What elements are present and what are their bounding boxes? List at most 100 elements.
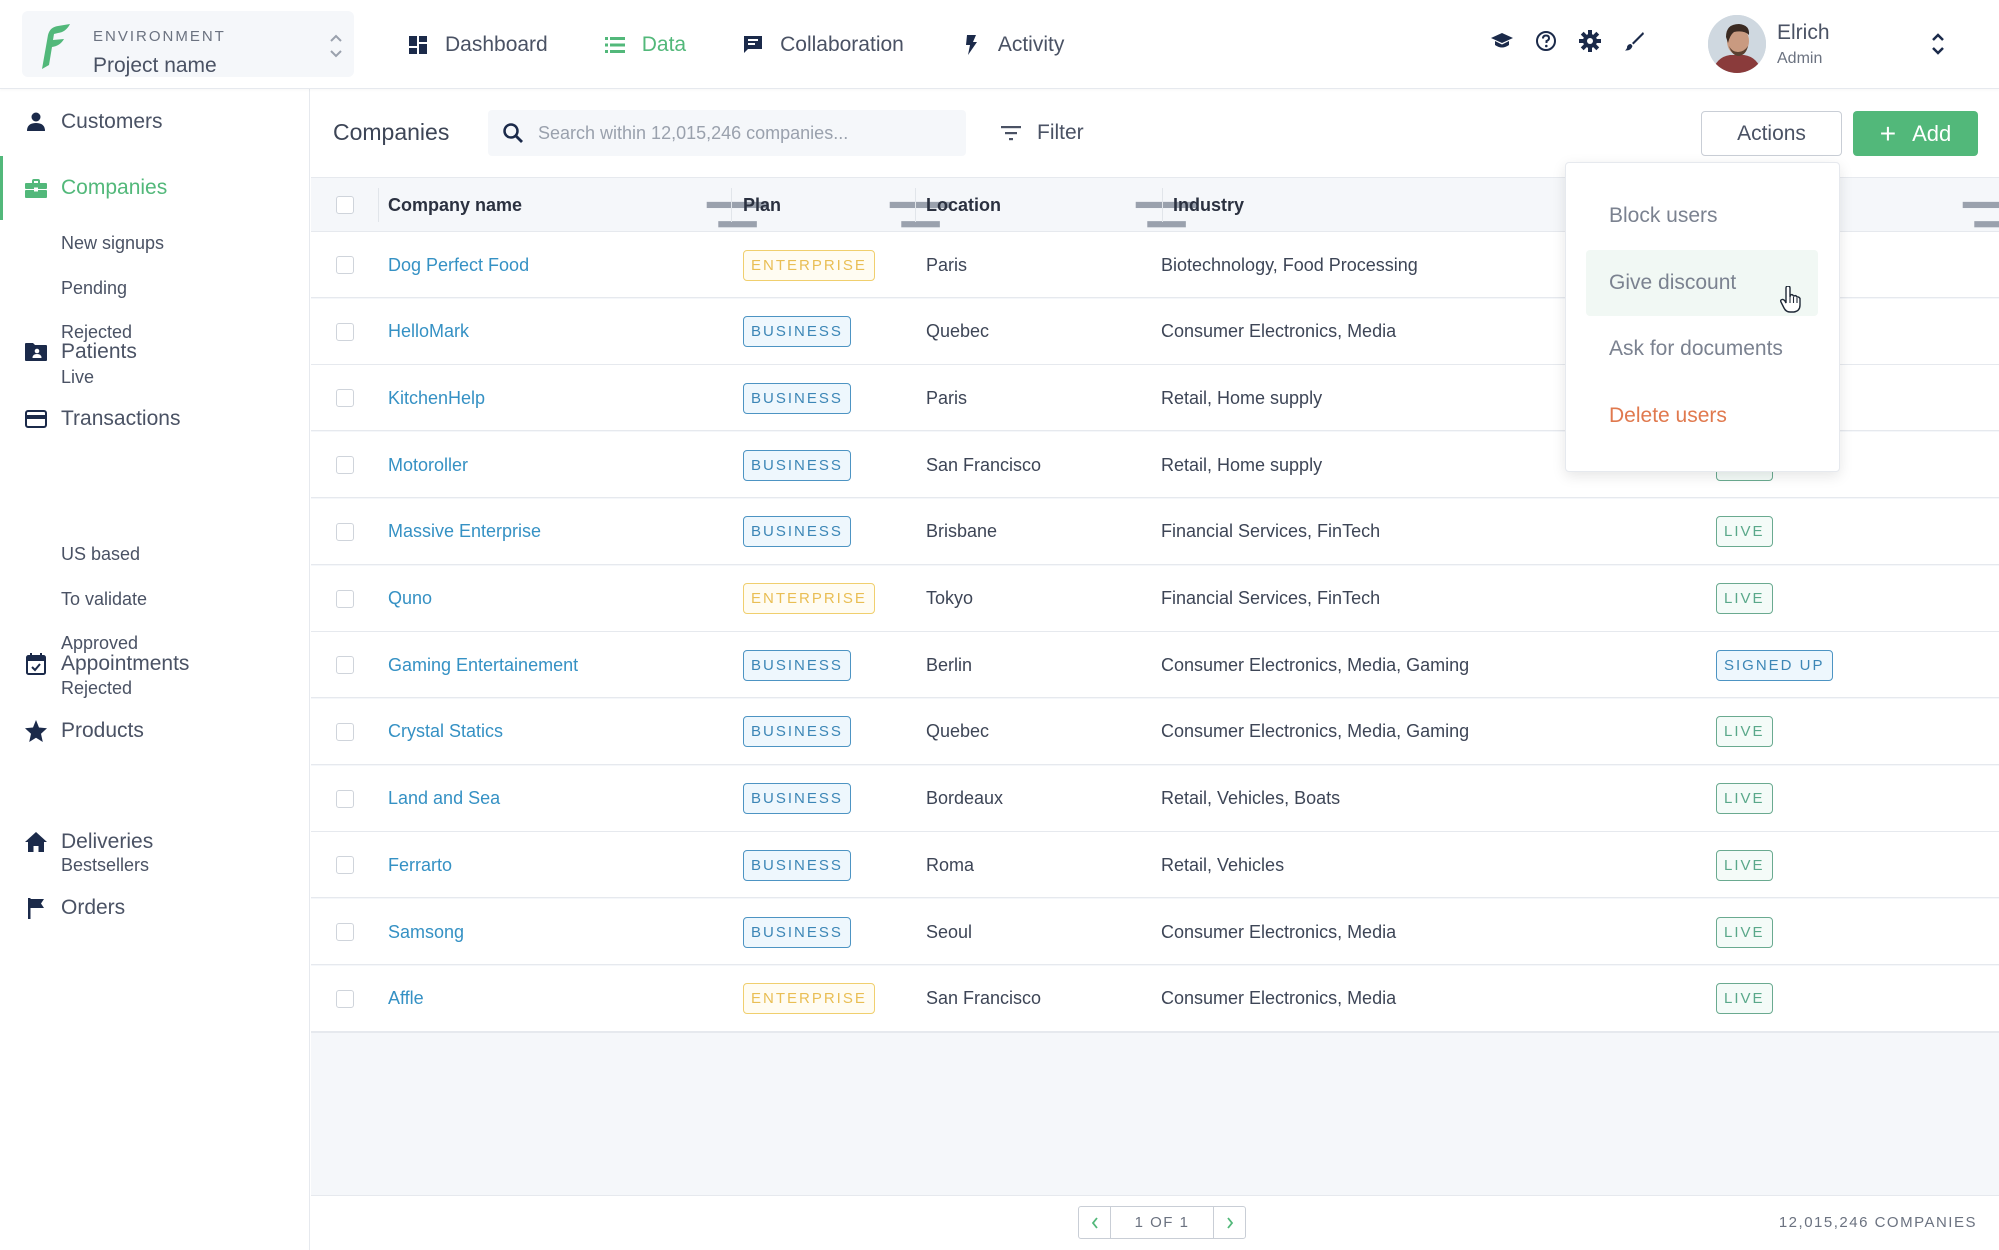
table-row[interactable]: Gaming Entertainement BUSINESS Berlin Consu… [311,632,1999,699]
location-cell: Berlin [926,654,973,675]
sidebar-item-appointments[interactable]: Appointments [0,644,310,684]
home-icon [24,830,48,854]
plan-cell: BUSINESS [743,899,851,965]
row-checkbox[interactable] [336,722,354,741]
sidebar-item-patients[interactable]: Patients [0,332,310,372]
gear-icon[interactable] [1578,29,1602,53]
row-checkbox[interactable] [336,589,354,608]
menu-item-block-users[interactable]: Block users [1586,183,1818,249]
plan-badge: ENTERPRISE [743,249,875,281]
column-header-plan[interactable]: Plan [743,178,781,232]
nav-data[interactable]: Data [604,33,686,57]
chevron-right-icon [1226,1216,1233,1229]
graduation-cap-icon[interactable] [1490,29,1514,53]
row-checkbox[interactable] [336,656,354,675]
sidebar-item-deliveries[interactable]: Deliveries [0,822,310,862]
company-name-link[interactable]: Quno [388,566,432,632]
sidebar-item-label: Transactions [61,407,181,430]
status-badge: LIVE [1716,783,1773,815]
status-badge: SIGNED UP [1716,649,1833,681]
sidebar-subitem-us-based[interactable]: US based [61,541,140,567]
industry-cell: Retail, Home supply [1161,454,1323,475]
plan-cell: BUSINESS [743,832,851,898]
nav-dashboard[interactable]: Dashboard [407,33,548,57]
company-name-link[interactable]: Affle [388,966,424,1032]
company-name-link[interactable]: Ferrarto [388,832,452,898]
sidebar-subitem-new-signups[interactable]: New signups [61,230,164,256]
row-checkbox[interactable] [336,923,354,941]
column-header-industry[interactable]: Industry [1173,178,1244,232]
chevron-left-icon [1091,1216,1098,1229]
row-checkbox[interactable] [336,856,354,875]
table-footer: 1 OF 1 12,015,246 COMPANIES [311,1195,1999,1250]
filter-button[interactable]: Filter [999,116,1084,150]
plus-icon: + [1879,117,1897,149]
sidebar-item-companies[interactable]: Companies [0,156,310,220]
sidebar-item-orders[interactable]: Orders [0,888,310,928]
company-name-link[interactable]: KitchenHelp [388,365,485,431]
company-name-link[interactable]: Dog Perfect Food [388,232,529,298]
row-checkbox[interactable] [336,389,354,408]
company-name-link[interactable]: Gaming Entertainement [388,632,578,698]
company-name-link[interactable]: Land and Sea [388,766,500,832]
nav-activity[interactable]: Activity [960,33,1064,57]
table-row[interactable]: Land and Sea BUSINESS Bordeaux Retail, Vehi… [311,765,1999,832]
sidebar-subitem-to-validate[interactable]: To validate [61,586,147,612]
filter-label: Filter [1037,121,1084,144]
column-label: Plan [743,194,782,215]
column-header-location[interactable]: Location [926,178,1001,232]
row-checkbox[interactable] [336,522,354,541]
plan-badge: BUSINESS [743,783,851,815]
search-box[interactable] [488,110,966,156]
location-cell: Paris [926,254,968,275]
table-row[interactable]: Quno ENTERPRISE Tokyo Financial Services, F… [311,565,1999,632]
company-name-link[interactable]: Crystal Statics [388,699,503,765]
sidebar-subitem-pending[interactable]: Pending [61,275,127,301]
table-row[interactable]: Crystal Statics BUSINESS Quebec Consumer El… [311,698,1999,765]
search-input[interactable] [538,110,958,156]
table-row[interactable]: Ferrarto BUSINESS Roma Retail, Vehicles LIVE [311,832,1999,899]
row-checkbox[interactable] [336,322,354,341]
chevron-updown-icon[interactable] [328,31,344,61]
sidebar-item-products[interactable]: Products [0,711,310,751]
plan-cell: BUSINESS [743,432,851,498]
company-name-link[interactable]: Massive Enterprise [388,499,541,565]
chevron-updown-icon[interactable] [1928,29,1948,59]
folder-user-icon [24,340,48,364]
row-checkbox[interactable] [336,789,354,808]
environment-switcher[interactable]: ENVIRONMENT Project name [22,11,354,77]
sidebar-item-customers[interactable]: Customers [0,102,310,142]
table-row[interactable]: Affle ENTERPRISE San Francisco Consumer Ele… [311,965,1999,1032]
row-checkbox[interactable] [336,456,354,475]
location-cell: Quebec [926,321,990,342]
brush-icon[interactable] [1622,29,1646,53]
table-row[interactable]: Samsong BUSINESS Seoul Consumer Electronics… [311,899,1999,965]
table-empty-area [311,1032,1999,1034]
company-name-link[interactable]: HelloMark [388,299,469,365]
row-checkbox[interactable] [336,256,354,274]
column-header-company-name[interactable]: Company name [388,178,522,232]
flag-icon [24,896,48,920]
row-checkbox[interactable] [336,989,354,1008]
actions-button[interactable]: Actions [1701,111,1842,156]
nav-collaboration[interactable]: Collaboration [742,33,904,57]
menu-item-delete-users[interactable]: Delete users [1586,383,1818,449]
next-page-button[interactable] [1214,1207,1245,1238]
sidebar-item-label: Companies [61,176,168,199]
select-all-checkbox[interactable] [336,196,354,214]
add-button[interactable]: + Add [1853,111,1978,156]
help-icon[interactable] [1534,29,1558,53]
plan-badge: BUSINESS [743,716,851,748]
user-menu[interactable]: Elrich Admin [1708,15,1988,75]
sidebar-item-label: Patients [61,340,137,363]
location-cell: San Francisco [926,988,1042,1009]
company-name-link[interactable]: Samsong [388,899,464,965]
sidebar-item-transactions[interactable]: Transactions [0,399,310,439]
logo-icon [42,24,70,69]
table-row[interactable]: Massive Enterprise BUSINESS Brisbane Financ… [311,498,1999,565]
prev-page-button[interactable] [1079,1207,1110,1238]
menu-item-ask-for-documents[interactable]: Ask for documents [1586,316,1818,382]
status-badge: LIVE [1716,849,1773,881]
company-name-link[interactable]: Motoroller [388,432,468,498]
plan-badge: BUSINESS [743,849,851,881]
